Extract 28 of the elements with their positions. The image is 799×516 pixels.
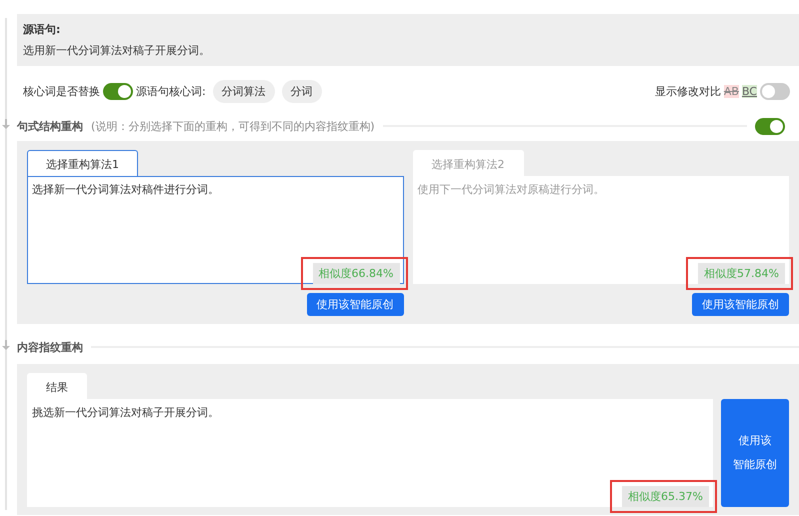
down-arrow-icon (2, 119, 10, 129)
keyword-chip[interactable]: 分词 (282, 80, 322, 102)
removed-sample: AB (724, 84, 739, 98)
rewritten-sentence: 选择新一代分词算法对稿件进行分词。 (32, 183, 219, 196)
down-arrow-icon (2, 340, 10, 350)
replace-label: 核心词是否替换 (23, 84, 100, 98)
use-button[interactable]: 使用该 智能原创 (721, 399, 789, 507)
keyword-chip[interactable]: 分词算法 (212, 80, 275, 102)
rewritten-sentence: 使用下一代分词算法对原稿进行分词。 (418, 183, 604, 196)
result-tab[interactable]: 结果 (27, 373, 87, 400)
source-sentence: 选用新一代分词算法对稿子开展分词。 (23, 44, 210, 57)
toggle-switch[interactable] (103, 82, 133, 100)
rewritten-sentence: 挑选新一代分词算法对稿子开展分词。 (32, 406, 219, 419)
section-note: (说明：分别选择下面的重构，可得到不同的内容指纹重构) (91, 118, 375, 134)
algorithm-tab[interactable]: 选择重构算法1 (27, 150, 138, 177)
added-sample: BC (742, 84, 757, 98)
use-button[interactable]: 使用该智能原创 (306, 293, 404, 316)
similarity-badge: 相似度65.37% (622, 486, 709, 507)
source-title: 源语句: (23, 22, 62, 37)
similarity-badge: 相似度66.84% (312, 263, 400, 284)
section-title: 内容指纹重构 (17, 340, 83, 354)
use-button[interactable]: 使用该智能原创 (692, 293, 789, 316)
section-title: 句式结构重构 (17, 118, 83, 134)
toggle-switch[interactable] (755, 118, 785, 134)
compare-label: 显示修改对比 (654, 84, 721, 98)
similarity-badge: 相似度57.84% (698, 263, 785, 284)
keywords-label: 源语句核心词: (136, 84, 206, 98)
toggle-switch[interactable] (760, 82, 790, 100)
